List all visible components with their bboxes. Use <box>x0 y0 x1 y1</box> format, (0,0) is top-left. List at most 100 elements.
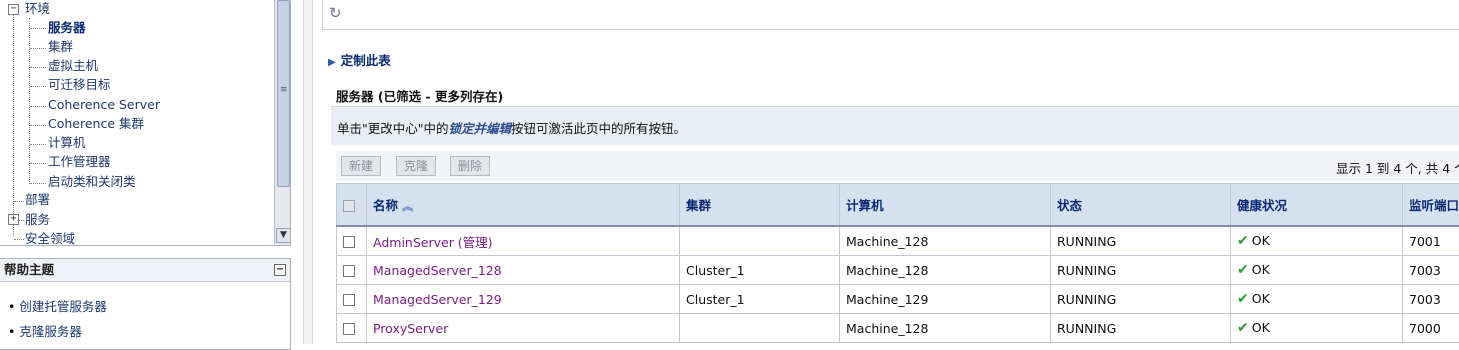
column-header-label[interactable]: 监听端口 <box>1409 198 1459 213</box>
listen-port-cell: 7003 <box>1403 285 1459 314</box>
tree-item-startup-shutdown-classes[interactable]: 启动类和关闭类 <box>48 173 136 191</box>
tree-item-label[interactable]: 部署 <box>25 192 50 207</box>
row-select-cell <box>337 285 367 314</box>
tree-item-clusters[interactable]: 集群 <box>48 38 73 56</box>
listen-port-cell: 7000 <box>1403 314 1459 343</box>
tree-item-label[interactable]: 服务 <box>25 212 50 227</box>
bullet-icon: • <box>8 299 15 314</box>
tree-item-label[interactable]: 服务器 <box>48 20 86 35</box>
health-text: OK <box>1252 291 1270 306</box>
column-header-label[interactable]: 健康状况 <box>1237 198 1287 213</box>
select-all-checkbox[interactable] <box>343 200 355 212</box>
tree-item-servers[interactable]: 服务器 <box>48 19 86 37</box>
delete-button[interactable]: 删除 <box>450 156 490 176</box>
tree-item-label[interactable]: 工作管理器 <box>48 154 111 169</box>
tree-scrollbar[interactable]: ≡ ▼ <box>274 0 291 245</box>
column-header-label[interactable]: 状态 <box>1057 198 1082 213</box>
tree-item-label[interactable]: 启动类和关闭类 <box>48 174 136 189</box>
sort-ascending-icon[interactable]: ︽ <box>402 200 413 213</box>
tree-item-machines[interactable]: 计算机 <box>48 134 86 152</box>
tree-item-label[interactable]: 安全领域 <box>25 231 75 246</box>
info-message-bar: 单击"更改中心"中的锁定并编辑按钮可激活此页中的所有按钮。 <box>331 106 1459 145</box>
tree-item-label[interactable]: 计算机 <box>48 135 86 150</box>
server-name-link[interactable]: ProxyServer <box>373 321 448 336</box>
customize-table-link[interactable]: ▶定制此表 <box>328 50 391 69</box>
health-cell: ✔OK <box>1231 314 1403 343</box>
row-checkbox[interactable] <box>343 294 355 306</box>
column-header-state[interactable]: 状态 <box>1051 184 1231 227</box>
servers-table: 名称 ︽ 集群 计算机 状态 健康状况 监听端口 AdminServer (管理)… <box>336 183 1459 343</box>
collapse-environment-icon[interactable]: − <box>8 4 19 15</box>
info-text-suffix: 按钮可激活此页中的所有按钮。 <box>511 121 686 136</box>
checkmark-icon: ✔ <box>1237 320 1249 336</box>
bullet-icon: • <box>8 324 15 339</box>
column-header-cluster[interactable]: 集群 <box>680 184 840 227</box>
row-select-cell <box>337 314 367 343</box>
server-name-link[interactable]: ManagedServer_129 <box>373 292 502 307</box>
select-all-header <box>337 184 367 227</box>
row-select-cell <box>337 226 367 256</box>
cluster-cell <box>680 314 840 343</box>
checkmark-icon: ✔ <box>1237 291 1249 307</box>
column-header-machine[interactable]: 计算机 <box>840 184 1051 227</box>
cluster-cell <box>680 226 840 256</box>
tree-item-label[interactable]: 虚拟主机 <box>48 58 98 73</box>
tree-item-coherence-server[interactable]: Coherence Server <box>48 96 160 114</box>
tree-item-services[interactable]: 服务 <box>25 211 50 229</box>
scroll-down-arrow-icon[interactable]: ▼ <box>276 228 291 243</box>
scrollbar-thumb[interactable]: ≡ <box>277 0 290 187</box>
server-name-link[interactable]: AdminServer (管理) <box>373 235 493 250</box>
column-header-label[interactable]: 集群 <box>686 198 711 213</box>
tree-item-work-managers[interactable]: 工作管理器 <box>48 153 111 171</box>
help-link-create-managed-server[interactable]: • 创建托管服务器 <box>8 296 107 315</box>
cluster-cell: Cluster_1 <box>680 285 840 314</box>
new-button[interactable]: 新建 <box>341 156 381 176</box>
tree-item-label[interactable]: Coherence 集群 <box>48 116 144 131</box>
tree-item-coherence-cluster[interactable]: Coherence 集群 <box>48 115 144 133</box>
listen-port-cell: 7001 <box>1403 226 1459 256</box>
tree-item-label[interactable]: 环境 <box>25 1 50 16</box>
table-row: ManagedServer_129 Cluster_1 Machine_129 … <box>337 285 1459 314</box>
row-select-cell <box>337 256 367 285</box>
row-checkbox[interactable] <box>343 265 355 277</box>
tree-item-label[interactable]: 集群 <box>48 39 73 54</box>
help-topics-panel: 帮助主题 − • 创建托管服务器 • 克隆服务器 <box>0 258 291 350</box>
column-header-label[interactable]: 名称 <box>373 198 398 213</box>
column-header-health[interactable]: 健康状况 <box>1231 184 1403 227</box>
row-checkbox[interactable] <box>343 323 355 335</box>
column-header-label[interactable]: 计算机 <box>846 198 884 213</box>
tree-item-label[interactable]: 可迁移目标 <box>48 77 111 92</box>
server-name-link[interactable]: ManagedServer_128 <box>373 263 502 278</box>
table-row: AdminServer (管理) Machine_128 RUNNING ✔OK… <box>337 226 1459 256</box>
cluster-cell: Cluster_1 <box>680 256 840 285</box>
machine-cell: Machine_129 <box>840 285 1051 314</box>
refresh-icon[interactable]: ↻ <box>329 5 345 21</box>
machine-cell: Machine_128 <box>840 314 1051 343</box>
collapse-icon[interactable]: − <box>274 264 286 276</box>
customize-table-label[interactable]: 定制此表 <box>341 53 391 68</box>
health-cell: ✔OK <box>1231 256 1403 285</box>
pagination-text: 显示 1 到 4 个, 共 4 个 <box>1336 158 1459 177</box>
health-text: OK <box>1252 233 1270 248</box>
tree-item-deployments[interactable]: 部署 <box>25 191 50 209</box>
checkmark-icon: ✔ <box>1237 262 1249 278</box>
tree-item-security-realms[interactable]: 安全领域 <box>25 230 75 246</box>
state-cell: RUNNING <box>1051 285 1231 314</box>
column-header-listen-port[interactable]: 监听端口 <box>1403 184 1459 227</box>
state-cell: RUNNING <box>1051 226 1231 256</box>
expand-services-icon[interactable]: + <box>8 214 19 225</box>
help-link-label[interactable]: 创建托管服务器 <box>19 299 107 314</box>
clone-button[interactable]: 克隆 <box>396 156 436 176</box>
row-checkbox[interactable] <box>343 236 355 248</box>
help-link-label[interactable]: 克隆服务器 <box>19 324 82 339</box>
tree-item-environment[interactable]: 环境 <box>25 0 50 18</box>
help-panel-title: 帮助主题 <box>4 262 54 277</box>
panel-divider[interactable] <box>303 0 313 344</box>
column-header-name[interactable]: 名称 ︽ <box>367 184 680 227</box>
tree-item-migratable-targets[interactable]: 可迁移目标 <box>48 76 111 94</box>
help-link-clone-server[interactable]: • 克隆服务器 <box>8 321 82 340</box>
table-row: ProxyServer Machine_128 RUNNING ✔OK 7000 <box>337 314 1459 343</box>
table-header-row: 名称 ︽ 集群 计算机 状态 健康状况 监听端口 <box>337 184 1459 227</box>
tree-item-label[interactable]: Coherence Server <box>48 97 160 112</box>
tree-item-virtual-hosts[interactable]: 虚拟主机 <box>48 57 98 75</box>
